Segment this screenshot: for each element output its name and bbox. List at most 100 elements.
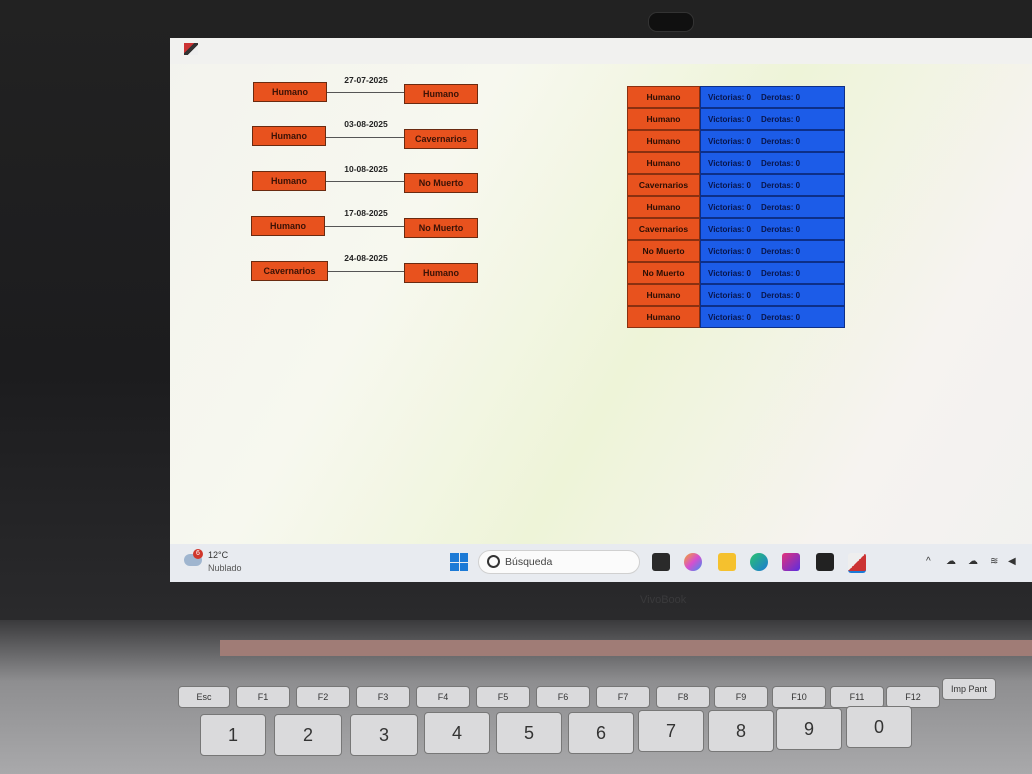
team-name: Cavernarios <box>627 174 700 196</box>
cloud-sync-icon[interactable]: ☁ <box>946 556 956 567</box>
standings-table: Humano Victorias: 0 Derotas: 0 Humano Victo… <box>627 86 849 328</box>
key-8[interactable]: 8 <box>708 710 774 752</box>
match-left-team: Humano <box>251 216 325 236</box>
losses-label: Derotas: 0 <box>760 114 801 124</box>
key-f7[interactable]: F7 <box>596 686 650 708</box>
wins-label: Victorias: 0 <box>708 290 751 300</box>
wins-label: Victorias: 0 <box>708 180 751 190</box>
laptop-brand: VivoBook <box>640 594 687 606</box>
key-print-screen[interactable]: Imp Pant <box>942 678 996 700</box>
laptop-hinge <box>220 640 1032 656</box>
weather-description[interactable]: Nublado <box>208 563 242 573</box>
window-titlebar <box>170 38 1032 64</box>
file-explorer-icon[interactable] <box>718 553 736 571</box>
weather-temperature[interactable]: 12°C <box>208 550 228 560</box>
key-f4[interactable]: F4 <box>416 686 470 708</box>
table-row: Humano Victorias: 0 Derotas: 0 <box>627 108 849 130</box>
tray-chevron-icon[interactable]: ^ <box>926 556 931 567</box>
losses-label: Derotas: 0 <box>760 202 801 212</box>
task-view-icon[interactable] <box>652 553 670 571</box>
key-f8[interactable]: F8 <box>656 686 710 708</box>
losses-label: Derotas: 0 <box>760 92 801 102</box>
table-row: Cavernarios Victorias: 0 Derotas: 0 <box>627 218 849 240</box>
wins-label: Victorias: 0 <box>708 158 751 168</box>
table-row: Humano Victorias: 0 Derotas: 0 <box>627 86 849 108</box>
team-stats: Victorias: 0 Derotas: 0 <box>700 306 845 328</box>
key-f3[interactable]: F3 <box>356 686 410 708</box>
key-1[interactable]: 1 <box>200 714 266 756</box>
team-stats: Victorias: 0 Derotas: 0 <box>700 196 845 218</box>
wins-label: Victorias: 0 <box>708 92 751 102</box>
match-date: 24-08-2025 <box>344 253 388 263</box>
losses-label: Derotas: 0 <box>760 136 801 146</box>
key-f12[interactable]: F12 <box>886 686 940 708</box>
key-6[interactable]: 6 <box>568 712 634 754</box>
team-name: Cavernarios <box>627 218 700 240</box>
key-f10[interactable]: F10 <box>772 686 826 708</box>
wins-label: Victorias: 0 <box>708 246 751 256</box>
team-stats: Victorias: 0 Derotas: 0 <box>700 284 845 306</box>
windows-start-icon[interactable] <box>450 553 468 571</box>
match-date: 27-07-2025 <box>344 75 388 85</box>
key-0[interactable]: 0 <box>846 706 912 748</box>
team-stats: Victorias: 0 Derotas: 0 <box>700 108 845 130</box>
match-left-team: Humano <box>253 82 327 102</box>
wins-label: Victorias: 0 <box>708 202 751 212</box>
table-row: Cavernarios Victorias: 0 Derotas: 0 <box>627 174 849 196</box>
team-name: Humano <box>627 284 700 306</box>
intellij-icon[interactable] <box>782 553 800 571</box>
copilot-icon[interactable] <box>684 553 702 571</box>
team-stats: Victorias: 0 Derotas: 0 <box>700 174 845 196</box>
losses-label: Derotas: 0 <box>760 290 801 300</box>
match-left-team: Humano <box>252 126 326 146</box>
team-name: No Muerto <box>627 262 700 284</box>
losses-label: Derotas: 0 <box>760 180 801 190</box>
key-2[interactable]: 2 <box>274 714 342 756</box>
match-date: 10-08-2025 <box>344 164 388 174</box>
taskbar-search[interactable]: Búsqueda <box>478 550 640 574</box>
key-f2[interactable]: F2 <box>296 686 350 708</box>
table-row: Humano Victorias: 0 Derotas: 0 <box>627 152 849 174</box>
key-f5[interactable]: F5 <box>476 686 530 708</box>
table-row: No Muerto Victorias: 0 Derotas: 0 <box>627 240 849 262</box>
match-date: 17-08-2025 <box>344 208 388 218</box>
match-connector <box>328 271 404 272</box>
match-connector <box>326 137 404 138</box>
key-7[interactable]: 7 <box>638 710 704 752</box>
key-f11[interactable]: F11 <box>830 686 884 708</box>
table-row: Humano Victorias: 0 Derotas: 0 <box>627 130 849 152</box>
match-left-team: Cavernarios <box>251 261 328 281</box>
laptop-screen: 27-07-2025 Humano Humano 03-08-2025 Huma… <box>170 38 1032 582</box>
terminal-icon[interactable] <box>816 553 834 571</box>
team-name: Humano <box>627 108 700 130</box>
team-name: Humano <box>627 306 700 328</box>
key-3[interactable]: 3 <box>350 714 418 756</box>
edge-browser-icon[interactable] <box>750 553 768 571</box>
wifi-icon[interactable]: ≋ <box>990 556 998 567</box>
losses-label: Derotas: 0 <box>760 268 801 278</box>
table-row: No Muerto Victorias: 0 Derotas: 0 <box>627 262 849 284</box>
key-esc[interactable]: Esc <box>178 686 230 708</box>
key-4[interactable]: 4 <box>424 712 490 754</box>
table-row: Humano Victorias: 0 Derotas: 0 <box>627 284 849 306</box>
key-f1[interactable]: F1 <box>236 686 290 708</box>
team-name: Humano <box>627 86 700 108</box>
key-f6[interactable]: F6 <box>536 686 590 708</box>
key-5[interactable]: 5 <box>496 712 562 754</box>
team-stats: Victorias: 0 Derotas: 0 <box>700 262 845 284</box>
java-app-taskbar-icon[interactable] <box>848 553 866 573</box>
key-f9[interactable]: F9 <box>714 686 768 708</box>
match-connector <box>327 92 404 93</box>
match-left-team: Humano <box>252 171 326 191</box>
match-right-team: Humano <box>404 84 478 104</box>
table-row: Humano Victorias: 0 Derotas: 0 <box>627 196 849 218</box>
match-connector <box>325 226 404 227</box>
onedrive-icon[interactable]: ☁ <box>968 556 978 567</box>
losses-label: Derotas: 0 <box>760 312 801 322</box>
losses-label: Derotas: 0 <box>760 224 801 234</box>
team-stats: Victorias: 0 Derotas: 0 <box>700 130 845 152</box>
wins-label: Victorias: 0 <box>708 312 751 322</box>
key-9[interactable]: 9 <box>776 708 842 750</box>
match-right-team: Cavernarios <box>404 129 478 149</box>
speaker-icon[interactable]: ◀ <box>1008 556 1016 567</box>
